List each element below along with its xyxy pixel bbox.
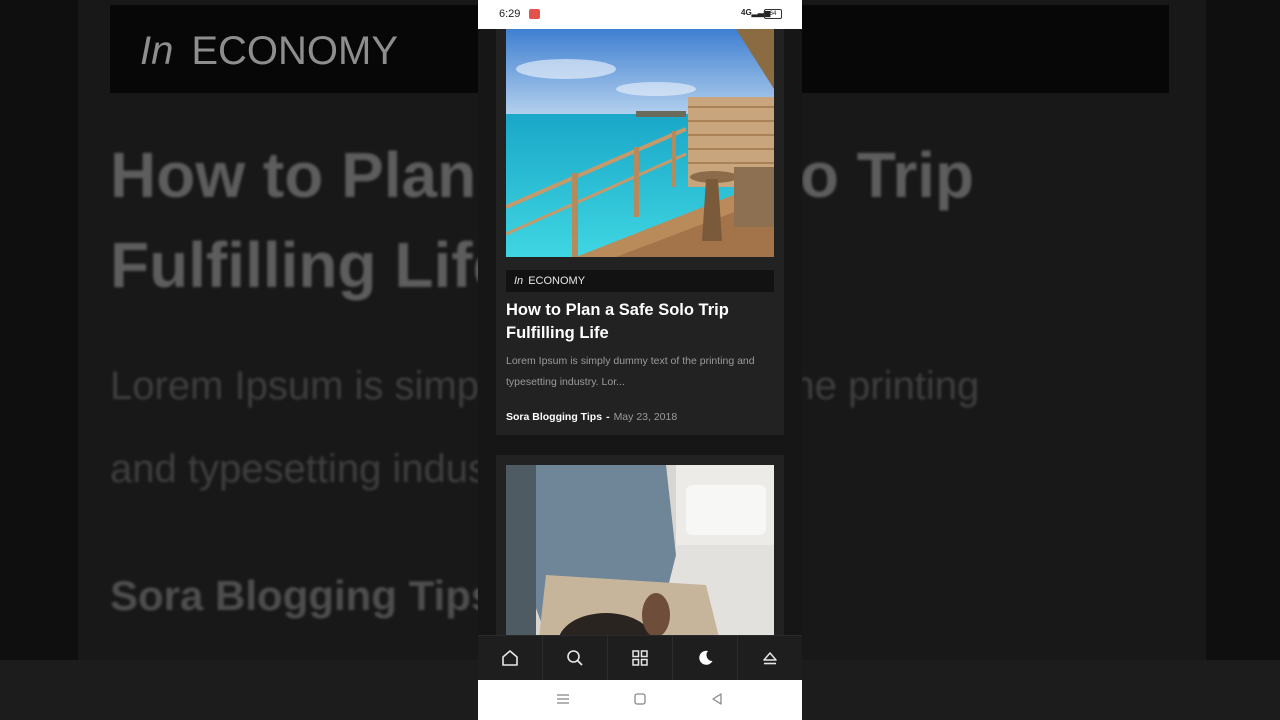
tag-label[interactable]: ECONOMY [528, 275, 585, 287]
post-thumbnail-2[interactable] [506, 465, 774, 635]
nav-menu-button[interactable] [608, 636, 673, 680]
post-date: May 23, 2018 [613, 411, 678, 423]
post-card[interactable]: In ECONOMY How to Plan a Safe Solo Trip F… [496, 29, 784, 435]
moon-icon [699, 650, 713, 665]
battery-icon: 64 [764, 9, 782, 19]
home-nav-icon[interactable] [633, 692, 647, 706]
status-time: 6:29 [499, 8, 521, 20]
nav-home-button[interactable] [478, 636, 543, 680]
background-tag-label: ECONOMY [191, 29, 399, 73]
nav-scroll-top-button[interactable] [738, 636, 802, 680]
home-icon [502, 650, 518, 666]
background-tag-prefix: In [140, 29, 174, 73]
phone-screen: 6:29 4G▂▃▅ 64 In ECONOMY How to Plan a S… [478, 0, 802, 720]
back-icon[interactable] [710, 692, 724, 706]
nav-search-button[interactable] [543, 636, 608, 680]
post-author[interactable]: Sora Blogging Tips [506, 411, 602, 423]
post-thumbnail[interactable] [506, 29, 774, 257]
search-icon [567, 650, 583, 666]
tag-prefix: In [514, 275, 524, 287]
post-feed[interactable]: In ECONOMY How to Plan a Safe Solo Trip F… [478, 29, 802, 635]
category-tag[interactable]: In ECONOMY [506, 270, 774, 292]
bottom-nav [478, 635, 802, 680]
status-bar: 6:29 4G▂▃▅ 64 [478, 0, 802, 29]
recent-apps-icon[interactable] [556, 692, 570, 706]
screen-record-icon [529, 9, 540, 19]
battery-level: 64 [769, 11, 777, 17]
post-meta: Sora Blogging Tips - May 23, 2018 [506, 411, 677, 423]
background-author: Sora Blogging Tips [110, 572, 495, 619]
post-excerpt: Lorem Ipsum is simply dummy text of the … [506, 355, 755, 388]
post-title[interactable]: How to Plan a Safe Solo Trip Fulfilling … [506, 299, 774, 345]
network-type: 4G [741, 8, 752, 17]
scroll-top-icon [763, 652, 777, 665]
post-card-2[interactable] [496, 455, 784, 635]
grid-icon [632, 650, 648, 666]
meta-separator: - [606, 411, 610, 423]
screen: In ECONOMY How to Plan a Safe Solo Trip F… [0, 0, 1280, 720]
nav-dark-mode-button[interactable] [673, 636, 738, 680]
system-nav-bar [478, 680, 802, 720]
